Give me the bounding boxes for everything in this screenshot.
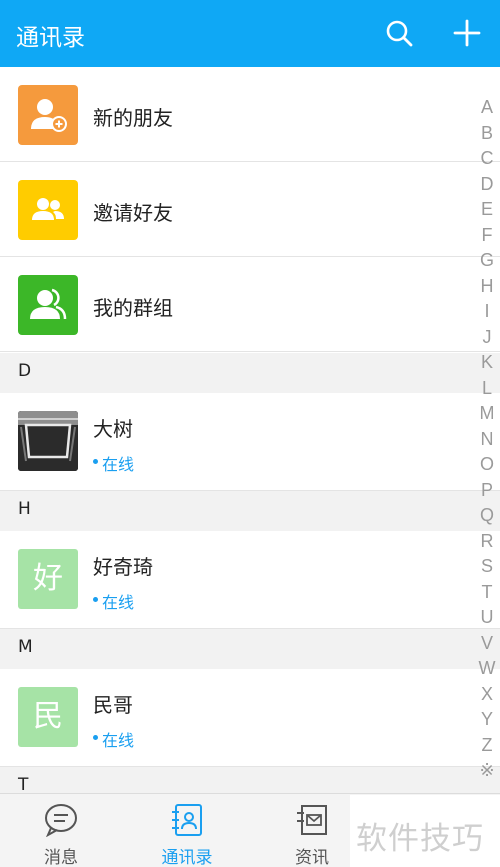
contact-item[interactable]: 好 好奇琦 在线 — [0, 531, 500, 629]
alpha-letter[interactable]: Q — [476, 503, 498, 529]
top-bar: 通讯录 — [0, 0, 500, 67]
my-groups-icon — [18, 275, 78, 335]
invite-friends-icon — [18, 180, 78, 240]
tab-label: 通讯录 — [161, 848, 213, 867]
alpha-letter[interactable]: D — [476, 172, 498, 198]
alphabet-index[interactable]: A B C D E F G H I J K L M N O P Q R S T … — [476, 95, 498, 784]
contact-item[interactable]: 大树 在线 — [0, 393, 500, 491]
alpha-letter[interactable]: P — [476, 478, 498, 504]
alpha-letter[interactable]: Y — [476, 707, 498, 733]
new-friends-item[interactable]: 新的朋友 — [0, 67, 500, 162]
plus-icon[interactable] — [452, 18, 482, 48]
tab-contacts[interactable]: 通讯录 — [132, 794, 242, 867]
invite-friends-item[interactable]: 邀请好友 — [0, 162, 500, 257]
watermark-text: 软件技巧 — [356, 821, 484, 857]
alpha-letter[interactable]: G — [476, 248, 498, 274]
alpha-letter[interactable]: C — [476, 146, 498, 172]
alpha-letter[interactable]: U — [476, 605, 498, 631]
alpha-letter[interactable]: X — [476, 682, 498, 708]
contact-item[interactable]: 民 民哥 在线 — [0, 669, 500, 767]
section-letter: M — [18, 637, 33, 657]
contacts-list[interactable]: 新的朋友 邀请好友 我的群组 D 大树 在线 H 好 好奇琦 在线 M 民 民哥… — [0, 67, 500, 793]
alpha-letter[interactable]: L — [476, 376, 498, 402]
alpha-letter[interactable]: B — [476, 121, 498, 147]
alpha-letter[interactable]: M — [476, 401, 498, 427]
alpha-letter[interactable]: R — [476, 529, 498, 555]
alpha-letter[interactable]: F — [476, 223, 498, 249]
avatar: 好 — [18, 549, 78, 609]
alpha-letter[interactable]: W — [476, 656, 498, 682]
alpha-letter[interactable]: I — [476, 299, 498, 325]
tab-messages[interactable]: 消息 — [6, 794, 116, 867]
alpha-letter[interactable]: ※ — [476, 758, 498, 784]
watermark: 软件技巧 — [350, 795, 500, 867]
contacts-icon — [172, 804, 202, 836]
alpha-letter[interactable]: V — [476, 631, 498, 657]
alpha-letter[interactable]: T — [476, 580, 498, 606]
news-icon — [297, 805, 327, 835]
section-letter: H — [18, 499, 31, 519]
contact-name: 大树 — [93, 417, 133, 441]
contact-status: 在线 — [102, 455, 135, 474]
contact-status: 在线 — [102, 731, 135, 750]
alpha-letter[interactable]: Z — [476, 733, 498, 759]
alpha-letter[interactable]: A — [476, 95, 498, 121]
page-title: 通讯录 — [16, 25, 85, 51]
section-letter: T — [18, 775, 29, 793]
invite-friends-label: 邀请好友 — [93, 201, 173, 225]
search-icon[interactable] — [384, 18, 414, 48]
alpha-letter[interactable]: N — [476, 427, 498, 453]
alpha-letter[interactable]: J — [476, 325, 498, 351]
alpha-letter[interactable]: O — [476, 452, 498, 478]
section-header-d: D — [0, 353, 500, 393]
contact-status: 在线 — [102, 593, 135, 612]
contact-name: 好奇琦 — [93, 555, 153, 579]
new-friends-label: 新的朋友 — [93, 106, 173, 130]
alpha-letter[interactable]: K — [476, 350, 498, 376]
my-groups-item[interactable]: 我的群组 — [0, 257, 500, 352]
section-header-h: H — [0, 491, 500, 531]
alpha-letter[interactable]: H — [476, 274, 498, 300]
contact-name: 民哥 — [93, 693, 133, 717]
message-icon — [45, 804, 77, 837]
avatar: 民 — [18, 687, 78, 747]
section-header-t: T — [0, 767, 500, 793]
new-friend-icon — [18, 85, 78, 145]
alpha-letter[interactable]: E — [476, 197, 498, 223]
section-header-m: M — [0, 629, 500, 669]
tab-label: 消息 — [44, 848, 78, 867]
avatar — [18, 411, 78, 471]
my-groups-label: 我的群组 — [93, 296, 173, 320]
section-letter: D — [18, 361, 32, 381]
alpha-letter[interactable]: S — [476, 554, 498, 580]
